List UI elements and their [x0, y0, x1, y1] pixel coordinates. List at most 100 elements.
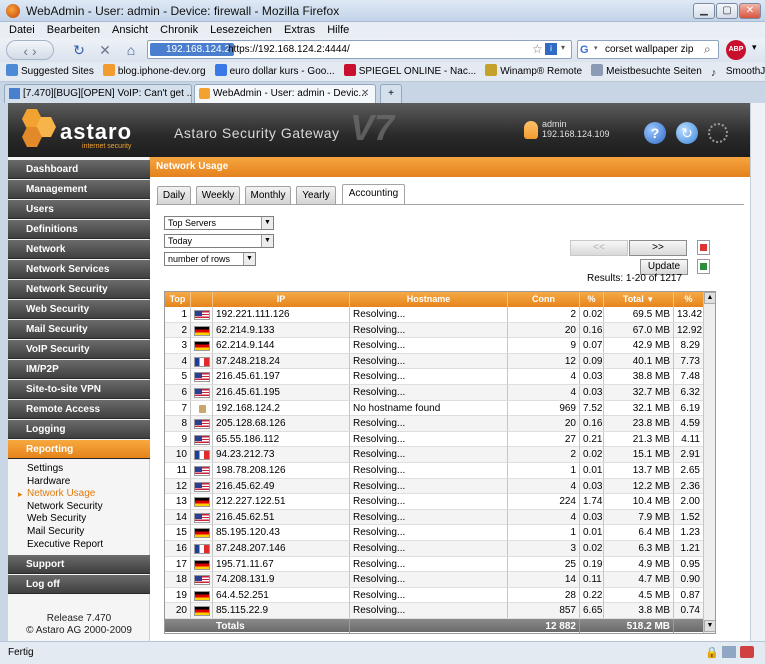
nav-item-reporting[interactable]: Reporting [8, 440, 150, 459]
nav-item-users[interactable]: Users [8, 200, 150, 219]
search-engine-dropdown-icon[interactable]: ▾ [594, 44, 598, 52]
url-dropdown-icon[interactable]: ▾ [561, 43, 565, 52]
table-row[interactable]: 12 216.45.62.49 Resolving... 4 0.03 12.2 MB 2.… [165, 478, 703, 495]
adblock-status-icon[interactable] [740, 646, 754, 658]
previous-page-button[interactable]: << [570, 240, 628, 256]
tab-accounting[interactable]: Accounting [342, 184, 405, 204]
stop-icon[interactable]: ✕ [96, 40, 114, 60]
column-header-total[interactable]: Total ▼ [604, 292, 674, 307]
table-row[interactable]: 7 192.168.124.2 No hostname found 969 7.52 32… [165, 400, 703, 417]
tab-daily[interactable]: Daily [157, 186, 191, 204]
column-header-total-percent[interactable]: % [674, 292, 703, 307]
tab-yearly[interactable]: Yearly [296, 186, 336, 204]
table-row[interactable]: 15 85.195.120.43 Resolving... 1 0.01 6.4 MB 1.… [165, 525, 703, 541]
subnav-item-settings[interactable]: Settings [27, 463, 63, 475]
excel-export-icon[interactable] [697, 259, 710, 274]
nav-item-definitions[interactable]: Definitions [8, 220, 150, 239]
rows-select[interactable]: number of rows ▼ [164, 252, 256, 266]
table-row[interactable]: 11 198.78.208.126 Resolving... 1 0.01 13.7 MB… [165, 463, 703, 479]
nav-item-im-p2p[interactable]: IM/P2P [8, 360, 150, 379]
table-row[interactable]: 14 216.45.62.51 Resolving... 4 0.03 7.9 MB 1.5… [165, 509, 703, 526]
nav-item-network-security[interactable]: Network Security [8, 280, 150, 299]
bookmark-meistbesuchte[interactable]: Meistbesuchte Seiten [591, 62, 702, 81]
column-header-hostname[interactable]: Hostname [350, 292, 508, 307]
menu-bearbeiten[interactable]: Bearbeiten [47, 22, 100, 38]
minimize-button[interactable]: ▁ [693, 3, 715, 19]
help-icon[interactable]: ? [644, 122, 666, 144]
adblock-icon[interactable]: ABP [726, 40, 746, 60]
subnav-item-hardware[interactable]: Hardware [27, 476, 70, 488]
bookmark-suggested-sites[interactable]: Suggested Sites [6, 62, 94, 81]
bookmark-euro-dollar[interactable]: euro dollar kurs - Goo... [214, 62, 335, 81]
addon-icon[interactable]: i [545, 43, 557, 55]
nav-item-log-off[interactable]: Log off [8, 575, 150, 595]
nav-item-dashboard[interactable]: Dashboard [8, 160, 150, 179]
table-row[interactable]: 6 216.45.61.195 Resolving... 4 0.03 32.7 MB 6.… [165, 385, 703, 401]
search-input[interactable]: corset wallpaper zip [605, 43, 693, 56]
forward-arrow-icon[interactable]: › [32, 43, 37, 59]
table-row[interactable]: 2 62.214.9.133 Resolving... 20 0.16 67.0 MB 12… [165, 322, 703, 339]
page-scrollbar[interactable] [750, 103, 765, 641]
new-tab-button[interactable]: + [380, 84, 402, 103]
browser-tab-bug[interactable]: [7.470][BUG][OPEN] VoIP: Can't get ... [4, 84, 192, 103]
reload-icon[interactable]: ↻ [70, 40, 88, 60]
table-row[interactable]: 18 74.208.131.9 Resolving... 14 0.11 4.7 MB 0.… [165, 572, 703, 588]
table-row[interactable]: 16 87.248.207.146 Resolving... 3 0.02 6.3 MB 1… [165, 541, 703, 557]
period-select[interactable]: Today ▼ [164, 234, 274, 248]
nav-item-voip-security[interactable]: VoIP Security [8, 340, 150, 359]
scroll-up-icon[interactable]: ▲ [704, 292, 715, 304]
close-window-button[interactable]: ✕ [739, 3, 761, 19]
google-icon[interactable]: G [580, 43, 594, 57]
tab-monthly[interactable]: Monthly [245, 186, 291, 204]
table-row[interactable]: 1 192.221.111.126 Resolving... 2 0.02 69.5 MB… [165, 307, 703, 323]
column-header-top[interactable]: Top [165, 292, 191, 307]
toolbar-dropdown-icon[interactable]: ▾ [752, 42, 757, 53]
subnav-item-mail-security[interactable]: Mail Security [27, 526, 84, 538]
search-bar[interactable]: G ▾ corset wallpaper zip ⌕ [577, 40, 719, 59]
table-row[interactable]: 17 195.71.11.67 Resolving... 25 0.19 4.9 MB 0.… [165, 556, 703, 573]
close-tab-icon[interactable]: ✕ [361, 85, 369, 102]
table-row[interactable]: 8 205.128.68.126 Resolving... 20 0.16 23.8 MB… [165, 416, 703, 432]
table-row[interactable]: 20 85.115.22.9 Resolving... 857 6.65 3.8 MB 0.… [165, 603, 703, 619]
scroll-down-icon[interactable]: ▼ [704, 620, 715, 632]
nav-item-remote-access[interactable]: Remote Access [8, 400, 150, 419]
maximize-button[interactable]: ▢ [716, 3, 738, 19]
menu-hilfe[interactable]: Hilfe [327, 22, 349, 38]
table-scrollbar[interactable]: ▲ ▼ [703, 292, 715, 633]
nav-item-logging[interactable]: Logging [8, 420, 150, 439]
table-row[interactable]: 4 87.248.218.24 Resolving... 12 0.09 40.1 MB 7… [165, 353, 703, 370]
menu-lesezeichen[interactable]: Lesezeichen [210, 22, 272, 38]
menu-extras[interactable]: Extras [284, 22, 315, 38]
column-header-conn[interactable]: Conn [508, 292, 580, 307]
address-bar[interactable]: 192.168.124.2 https://192.168.124.2:4444… [147, 40, 572, 59]
table-row[interactable]: 10 94.23.212.73 Resolving... 2 0.02 15.1 MB 2.… [165, 447, 703, 463]
subnav-item-network-usage[interactable]: Network Usage [18, 488, 95, 500]
filter-select[interactable]: Top Servers ▼ [164, 216, 274, 230]
bookmark-winamp[interactable]: Winamp® Remote [485, 62, 582, 81]
home-icon[interactable]: ⌂ [122, 40, 140, 60]
addon-status-icon[interactable] [722, 646, 736, 658]
refresh-icon[interactable]: ↻ [676, 122, 698, 144]
bookmark-star-icon[interactable]: ☆ [532, 42, 543, 56]
pdf-export-icon[interactable] [697, 240, 710, 255]
table-row[interactable]: 13 212.227.122.51 Resolving... 224 1.74 10.4 … [165, 494, 703, 510]
next-page-button[interactable]: >> [629, 240, 687, 256]
nav-item-network[interactable]: Network [8, 240, 150, 259]
subnav-item-network-security[interactable]: Network Security [27, 501, 103, 513]
menu-ansicht[interactable]: Ansicht [112, 22, 148, 38]
table-row[interactable]: 5 216.45.61.197 Resolving... 4 0.03 38.8 MB 7.… [165, 369, 703, 385]
table-row[interactable]: 3 62.214.9.144 Resolving... 9 0.07 42.9 MB 8.2… [165, 338, 703, 354]
nav-item-management[interactable]: Management [8, 180, 150, 199]
back-arrow-icon[interactable]: ‹ [23, 43, 28, 59]
site-identity-button[interactable]: 192.168.124.2 [150, 43, 234, 56]
nav-item-site-to-site-vpn[interactable]: Site-to-site VPN [8, 380, 150, 399]
table-row[interactable]: 19 64.4.52.251 Resolving... 28 0.22 4.5 MB 0.8… [165, 587, 703, 604]
subnav-item-web-security[interactable]: Web Security [27, 513, 86, 525]
bookmark-smoothjazz[interactable]: ♪SmoothJazz.com : The... [711, 62, 765, 81]
nav-item-mail-security[interactable]: Mail Security [8, 320, 150, 339]
nav-item-support[interactable]: Support [8, 555, 150, 575]
menu-chronik[interactable]: Chronik [160, 22, 198, 38]
back-forward-button[interactable]: ‹ › [6, 40, 54, 60]
table-row[interactable]: 9 65.55.186.112 Resolving... 27 0.21 21.3 MB 4… [165, 431, 703, 448]
search-go-icon[interactable]: ⌕ [704, 42, 711, 57]
